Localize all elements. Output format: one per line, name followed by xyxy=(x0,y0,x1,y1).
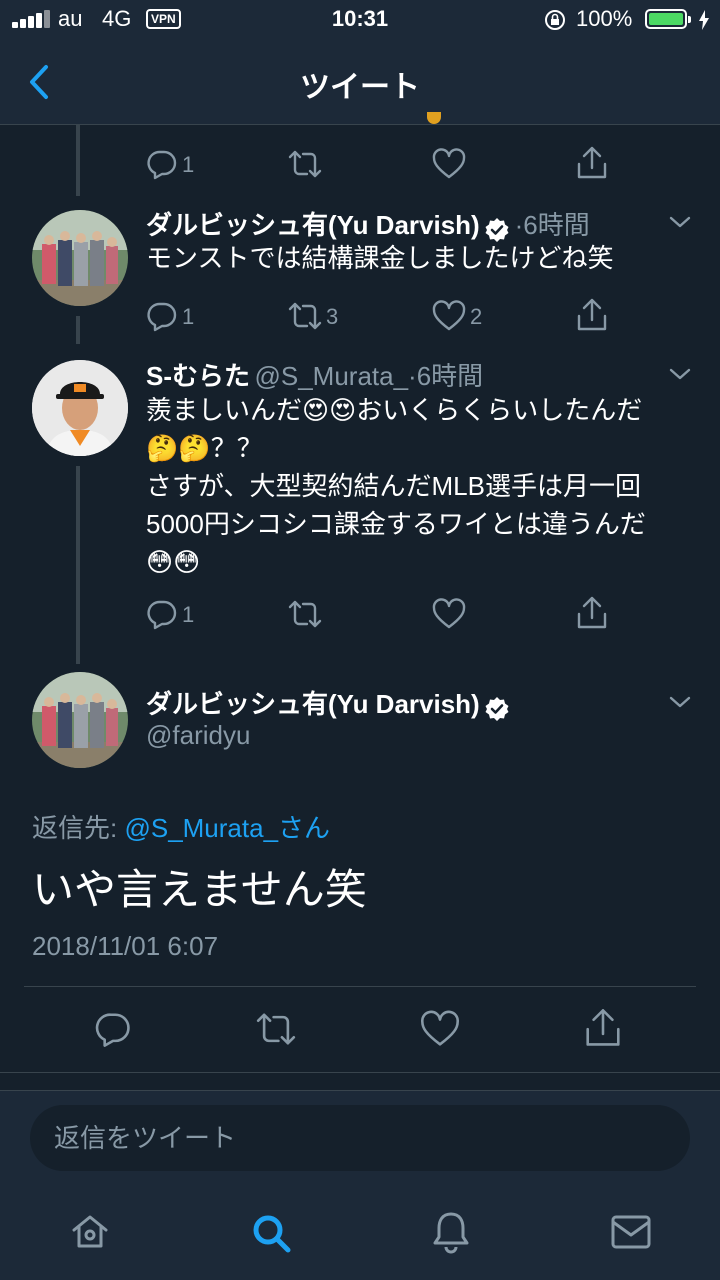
divider xyxy=(24,986,696,987)
avatar[interactable] xyxy=(32,672,128,768)
main-tweet-text: いや言えません笑 xyxy=(32,866,367,913)
like-heart-icon[interactable] xyxy=(432,300,466,332)
display-name[interactable]: ダルビッシュ有(Yu Darvish) xyxy=(146,210,480,240)
avatar[interactable] xyxy=(32,210,128,306)
share-icon[interactable] xyxy=(576,298,608,332)
verified-badge-icon xyxy=(485,696,509,721)
tweet-text-line: さすが、大型契約結んだMLB選手は月一回 xyxy=(146,471,641,501)
reply-to: 返信先: @S_Murata_さん xyxy=(32,808,330,845)
tweet-text-line: 😳😳 xyxy=(146,547,201,577)
reply-icon[interactable] xyxy=(94,1010,132,1048)
orientation-lock-icon xyxy=(545,10,565,30)
tweet-text: モンストでは結構課金しましたけどね笑 xyxy=(146,243,614,273)
retweet-icon[interactable] xyxy=(287,148,323,180)
tweet-time: ·6時間 xyxy=(408,361,484,391)
reply-count: 1 xyxy=(182,602,195,627)
like-heart-icon[interactable] xyxy=(432,148,466,180)
display-name[interactable]: ダルビッシュ有(Yu Darvish) xyxy=(146,689,480,719)
share-icon[interactable] xyxy=(584,1008,622,1048)
status-bar: au 4G VPN 10:31 100% xyxy=(0,0,720,40)
handle: @S_Murata_ xyxy=(254,361,409,391)
like-count: 2 xyxy=(470,304,483,329)
chevron-down-icon[interactable] xyxy=(668,366,692,382)
like-heart-icon[interactable] xyxy=(432,598,466,630)
tweet-time: ·6時間 xyxy=(514,210,590,240)
avatar-photo xyxy=(32,672,128,768)
avatar-photo xyxy=(32,360,128,456)
avatar[interactable] xyxy=(32,360,128,456)
tweet-header: ダルビッシュ有(Yu Darvish) xyxy=(146,684,510,722)
navigation-bar: ツイート xyxy=(0,40,720,125)
tweet-text-line: 🤔🤔？？ xyxy=(146,433,263,463)
charging-icon xyxy=(699,10,709,30)
tweet-header: ダルビッシュ有(Yu Darvish) ·6時間 xyxy=(146,205,590,243)
reply-to-label: 返信先: xyxy=(32,813,125,843)
search-icon[interactable] xyxy=(250,1212,292,1254)
battery-icon xyxy=(645,9,691,29)
display-name[interactable]: S-むらた xyxy=(146,361,250,391)
handle: @faridyu xyxy=(146,720,251,750)
reply-to-link[interactable]: @S_Murata_さん xyxy=(124,813,330,843)
retweet-icon[interactable] xyxy=(254,1010,298,1048)
thread-line xyxy=(76,466,80,664)
reply-input[interactable] xyxy=(30,1105,690,1171)
tweet-text: 羨ましいんだ😍😍おいくらくらいしたんだ 🤔🤔？？ さすが、大型契約結んだMLB選… xyxy=(146,391,706,581)
notifications-icon[interactable] xyxy=(431,1210,471,1254)
reply-count: 1 xyxy=(182,304,195,329)
battery-percent: 100% xyxy=(576,6,633,31)
thread-line xyxy=(76,124,80,196)
retweet-icon[interactable] xyxy=(287,300,323,332)
tab-bar xyxy=(0,1190,720,1280)
reply-icon[interactable] xyxy=(146,300,178,332)
tweet-text-line: 5000円シコシコ課金するワイとは違うんだ xyxy=(146,509,646,539)
home-icon[interactable] xyxy=(70,1212,110,1252)
share-icon[interactable] xyxy=(576,596,608,630)
reply-icon[interactable] xyxy=(146,598,178,630)
share-icon[interactable] xyxy=(576,146,608,180)
reply-icon[interactable] xyxy=(146,148,178,180)
tweet-header: S-むらた @S_Murata_·6時間 xyxy=(146,356,483,393)
like-heart-icon[interactable] xyxy=(420,1010,460,1048)
avatar-photo xyxy=(32,210,128,306)
thread-line xyxy=(76,316,80,344)
chevron-down-icon[interactable] xyxy=(668,214,692,230)
tweet-timestamp[interactable]: 2018/11/01 6:07 xyxy=(32,931,218,962)
messages-icon[interactable] xyxy=(610,1214,652,1250)
tweet-text-line: 羨ましいんだ😍😍おいくらくらいしたんだ xyxy=(146,395,643,425)
retweet-count: 3 xyxy=(326,304,339,329)
retweet-icon[interactable] xyxy=(287,598,323,630)
page-title: ツイート xyxy=(300,71,420,104)
chevron-down-icon[interactable] xyxy=(668,694,692,710)
divider xyxy=(0,1072,720,1073)
reply-count: 1 xyxy=(182,152,195,177)
